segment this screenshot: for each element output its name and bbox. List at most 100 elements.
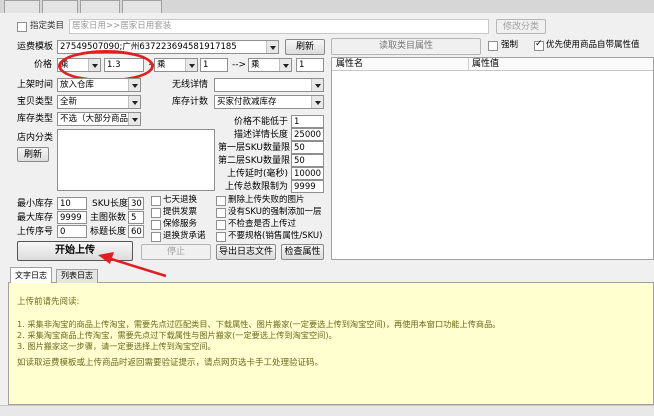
sku-l2-label: 第二层SKU数量限 [218,156,290,166]
read-category-attr-button[interactable]: 读取类目属性 [331,38,481,55]
log-footer: 如读取运费模板或上传商品时返回需要验证提示，请点网页选卡手工处理验证码。 [17,358,324,368]
invoice-checkbox[interactable] [151,208,161,218]
warranty-label: 保修服务 [163,219,198,229]
stock-count-label: 库存计数 [172,97,209,107]
force-add-sku-checkbox[interactable] [216,208,226,218]
no-check-uploaded-checkbox[interactable] [216,220,226,230]
chevron-down-icon [128,96,140,108]
attr-value-header[interactable]: 属性值 [472,58,499,70]
tab-list-log[interactable]: 列表日志 [56,269,98,283]
attribute-table[interactable]: 属性名 属性值 [331,57,654,260]
stock-type-value: 不选（大部分商品 [60,114,129,124]
check-attributes-button[interactable]: 检查属性 [281,244,324,260]
chevron-down-icon [311,79,323,91]
list-time-label: 上架时间 [17,80,54,90]
price-v3-input[interactable]: 1 [296,58,324,72]
upload-delay-label: 上传延时(毫秒) [226,169,288,179]
log-heading: 上传前请先阅读: [17,297,80,307]
top-tab-4[interactable] [122,0,162,13]
chevron-down-icon [279,59,291,71]
force-checkbox[interactable] [488,41,498,51]
item-type-select[interactable]: 全新 [57,95,141,109]
no-check-uploaded-label: 不检查是否上传过 [228,219,297,229]
min-price-label: 价格不能低于 [233,117,288,127]
top-tab-1[interactable] [4,0,40,13]
main-image-count-label: 主图张数 [90,213,127,223]
prefer-own-attr-checkbox[interactable] [534,39,544,51]
seven-day-return-checkbox[interactable] [151,196,161,206]
prefer-own-attr-label: 优先使用商品自带属性值 [546,40,640,50]
top-tab-3[interactable] [80,0,120,13]
sku-length-label: SKU长度 [92,199,128,209]
sku-length-input[interactable]: 30 [128,197,144,210]
sku-l2-input[interactable]: 50 [291,154,324,167]
specify-category-label: 指定类目 [30,21,65,31]
detail-length-input[interactable]: 25000 [291,128,324,141]
stock-count-select[interactable]: 买家付款减库存 [214,95,324,109]
log-line-3: 3. 图片搬家这一步骤，请一定要选择上传到淘宝空间。 [17,341,216,351]
wireless-detail-label: 无线详情 [172,80,209,90]
shop-category-list[interactable] [57,129,215,191]
specify-category-checkbox[interactable] [17,22,27,32]
freight-label: 运费模板 [17,42,54,52]
min-price-input[interactable]: 1 [291,115,324,128]
attr-name-header[interactable]: 属性名 [336,58,363,70]
force-add-sku-label: 没有SKU的强制添加一层 [228,207,322,217]
upload-delay-input[interactable]: 10000 [291,167,324,180]
detail-length-label: 描述详情长度 [233,130,288,140]
modify-category-button[interactable]: 修改分类 [496,19,546,34]
upload-seq-label: 上传序号 [17,227,54,237]
list-time-value: 放入仓库 [60,80,95,90]
shop-category-refresh-button[interactable]: 刷新 [17,147,49,162]
delete-failed-images-label: 删除上传失败的图片 [228,195,305,205]
no-spec-label: 不要规格(销售属性/SKU) [228,231,323,241]
title-length-input[interactable]: 60 [128,225,144,238]
max-stock-input[interactable]: 9999 [57,211,87,224]
price-op3-select[interactable]: 乘 [248,58,292,72]
price-v2-input[interactable]: 1 [200,58,228,72]
title-length-label: 标题长度 [90,227,127,237]
log-tab-strip [8,267,654,283]
warranty-checkbox[interactable] [151,220,161,230]
top-tab-strip [0,0,654,13]
min-stock-label: 最小库存 [17,199,54,209]
item-type-label: 宝贝类型 [17,97,54,107]
attribute-table-header: 属性名 属性值 [332,58,653,71]
seven-day-return-label: 七天退换 [163,195,198,205]
main-image-count-input[interactable]: 5 [128,211,144,224]
sku-l1-input[interactable]: 50 [291,141,324,154]
log-panel[interactable]: 上传前请先阅读: 1. 采集非淘宝的商品上传淘宝，需要先点过匹配类目、下载属性、… [8,283,654,405]
price-label: 价格 [34,60,53,70]
chevron-down-icon [266,41,278,53]
delete-failed-images-checkbox[interactable] [216,196,226,206]
category-field[interactable]: 居家日用>>居家日用套装 [69,19,489,34]
upload-total-input[interactable]: 9999 [291,180,324,193]
force-label: 强制 [501,40,519,50]
price-op3-value: 乘 [251,60,260,70]
column-divider [468,58,469,71]
list-time-select[interactable]: 放入仓库 [57,78,141,92]
price-op2-select[interactable]: 乘 [154,58,198,72]
status-bar [0,405,654,416]
min-stock-input[interactable]: 10 [57,197,87,210]
chevron-down-icon [128,79,140,91]
upload-seq-input[interactable]: 0 [57,225,87,238]
invoice-label: 提供发票 [163,207,198,217]
item-type-value: 全新 [60,97,78,107]
stock-type-label: 库存类型 [17,114,54,124]
wireless-detail-select[interactable] [214,78,324,92]
sku-l1-label: 第一层SKU数量限 [218,143,290,153]
stock-type-select[interactable]: 不选（大部分商品 [57,112,141,126]
export-log-button[interactable]: 导出日志文件 [216,244,276,260]
upload-total-label: 上传总数限制为 [224,182,288,192]
shop-category-label: 店内分类 [17,133,54,143]
freight-refresh-button[interactable]: 刷新 [285,39,325,55]
stock-count-value: 买家付款减库存 [217,97,277,107]
top-tab-2[interactable] [42,0,78,13]
price-arrow: --> [232,60,247,70]
no-spec-checkbox[interactable] [216,232,226,242]
price-op2-value: 乘 [157,60,166,70]
tab-text-log[interactable]: 文字日志 [10,267,52,284]
chevron-down-icon [128,113,140,125]
chevron-down-icon [185,59,197,71]
